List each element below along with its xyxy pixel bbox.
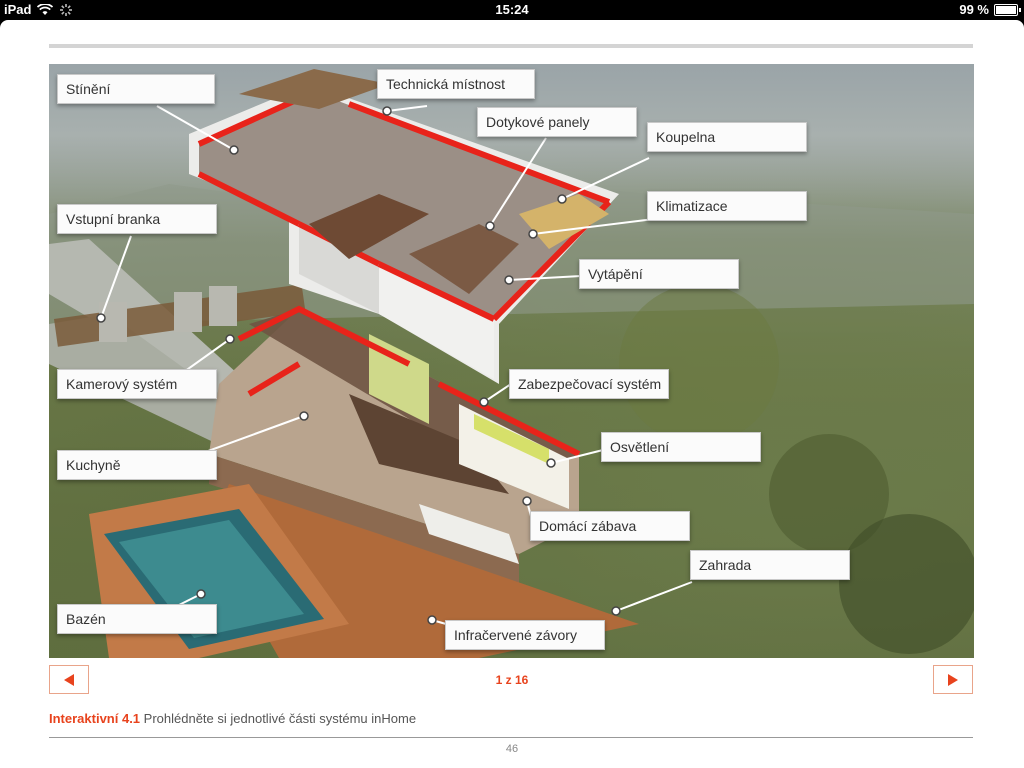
callout-zabezpecovaci-system[interactable]: Zabezpečovací systém (509, 369, 669, 399)
battery-icon (994, 3, 1021, 16)
top-divider (49, 44, 973, 48)
callout-infracervene-zavory[interactable]: Infračervené závory (445, 620, 605, 650)
callout-koupelna[interactable]: Koupelna (647, 122, 807, 152)
callout-klimatizace[interactable]: Klimatizace (647, 191, 807, 221)
clock: 15:24 (495, 2, 529, 17)
callout-dotykove-panely[interactable]: Dotykové panely (477, 107, 637, 137)
status-bar: iPad 15:24 99 % (0, 0, 1024, 20)
callout-vytapeni[interactable]: Vytápění (579, 259, 739, 289)
callout-technicka-mistnost[interactable]: Technická místnost (377, 69, 535, 99)
bottom-divider (49, 737, 973, 738)
figure-caption: Interaktivní 4.1 Prohlédněte si jednotli… (49, 711, 416, 726)
battery-percent: 99 % (959, 2, 989, 17)
page-number: 46 (505, 743, 519, 755)
book-page: Stínění Technická místnost Dotykové pane… (0, 20, 1024, 768)
caption-text: Prohlédněte si jednotlivé části systému … (140, 711, 417, 726)
arrow-right-icon (948, 673, 958, 686)
page-indicator: 1 z 16 (495, 673, 529, 687)
caption-label: Interaktivní 4.1 (49, 711, 141, 726)
callout-vstupni-branka[interactable]: Vstupní branka (57, 204, 217, 234)
callout-bazen[interactable]: Bazén (57, 604, 217, 634)
callout-domaci-zabava[interactable]: Domácí zábava (530, 511, 690, 541)
callout-osvetleni[interactable]: Osvětlení (601, 432, 761, 462)
callout-kamerovy-system[interactable]: Kamerový systém (57, 369, 217, 399)
callout-zahrada[interactable]: Zahrada (690, 550, 850, 580)
next-button[interactable] (933, 665, 973, 694)
callout-kuchyne[interactable]: Kuchyně (57, 450, 217, 480)
interactive-house-illustration: Stínění Technická místnost Dotykové pane… (49, 64, 974, 658)
callout-stineni[interactable]: Stínění (57, 74, 215, 104)
